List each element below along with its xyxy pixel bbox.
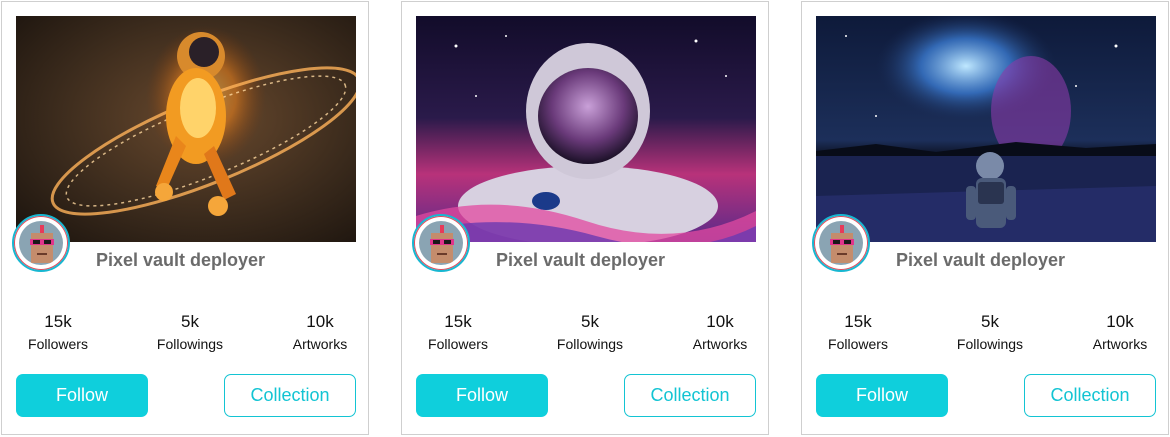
- collection-button[interactable]: Collection: [624, 374, 756, 417]
- artworks-label: Artworks: [1092, 336, 1148, 352]
- stat-followings: 5k Followings: [545, 312, 635, 354]
- followings-count: 5k: [181, 312, 199, 331]
- collection-button[interactable]: Collection: [1024, 374, 1156, 417]
- followers-label: Followers: [428, 336, 488, 352]
- followings-count: 5k: [581, 312, 599, 331]
- artworks-label: Artworks: [692, 336, 748, 352]
- profile-card: Pixel vault deployer 15k Followers 5k Fo…: [1, 1, 369, 435]
- profile-card: Pixel vault deployer 15k Followers 5k Fo…: [801, 1, 1169, 435]
- artworks-count: 10k: [306, 312, 334, 331]
- followers-count: 15k: [844, 312, 872, 331]
- avatar[interactable]: [12, 214, 70, 272]
- collection-button[interactable]: Collection: [224, 374, 356, 417]
- stat-followers: 15k Followers: [13, 312, 103, 354]
- creator-name: Pixel vault deployer: [96, 250, 266, 270]
- avatar[interactable]: [412, 214, 470, 272]
- cover-artwork[interactable]: [816, 16, 1156, 242]
- followings-label: Followings: [156, 336, 224, 352]
- followers-label: Followers: [28, 336, 88, 352]
- creator-name: Pixel vault deployer: [496, 250, 666, 270]
- follow-button[interactable]: Follow: [16, 374, 148, 417]
- stat-followers: 15k Followers: [813, 312, 903, 354]
- avatar[interactable]: [812, 214, 870, 272]
- cover-artwork[interactable]: [16, 16, 356, 242]
- artworks-label: Artworks: [292, 336, 348, 352]
- stat-followings: 5k Followings: [945, 312, 1035, 354]
- stat-artworks: 10k Artworks: [1075, 312, 1165, 354]
- artworks-count: 10k: [706, 312, 734, 331]
- stat-followings: 5k Followings: [145, 312, 235, 354]
- stat-artworks: 10k Artworks: [675, 312, 765, 354]
- followings-label: Followings: [556, 336, 624, 352]
- cover-artwork[interactable]: [416, 16, 756, 242]
- follow-button[interactable]: Follow: [816, 374, 948, 417]
- followings-label: Followings: [956, 336, 1024, 352]
- followers-label: Followers: [828, 336, 888, 352]
- artworks-count: 10k: [1106, 312, 1134, 331]
- creator-name: Pixel vault deployer: [896, 250, 1066, 270]
- profile-card: Pixel vault deployer 15k Followers 5k Fo…: [401, 1, 769, 435]
- followers-count: 15k: [444, 312, 472, 331]
- follow-button[interactable]: Follow: [416, 374, 548, 417]
- stat-followers: 15k Followers: [413, 312, 503, 354]
- stat-artworks: 10k Artworks: [275, 312, 365, 354]
- followers-count: 15k: [44, 312, 72, 331]
- followings-count: 5k: [981, 312, 999, 331]
